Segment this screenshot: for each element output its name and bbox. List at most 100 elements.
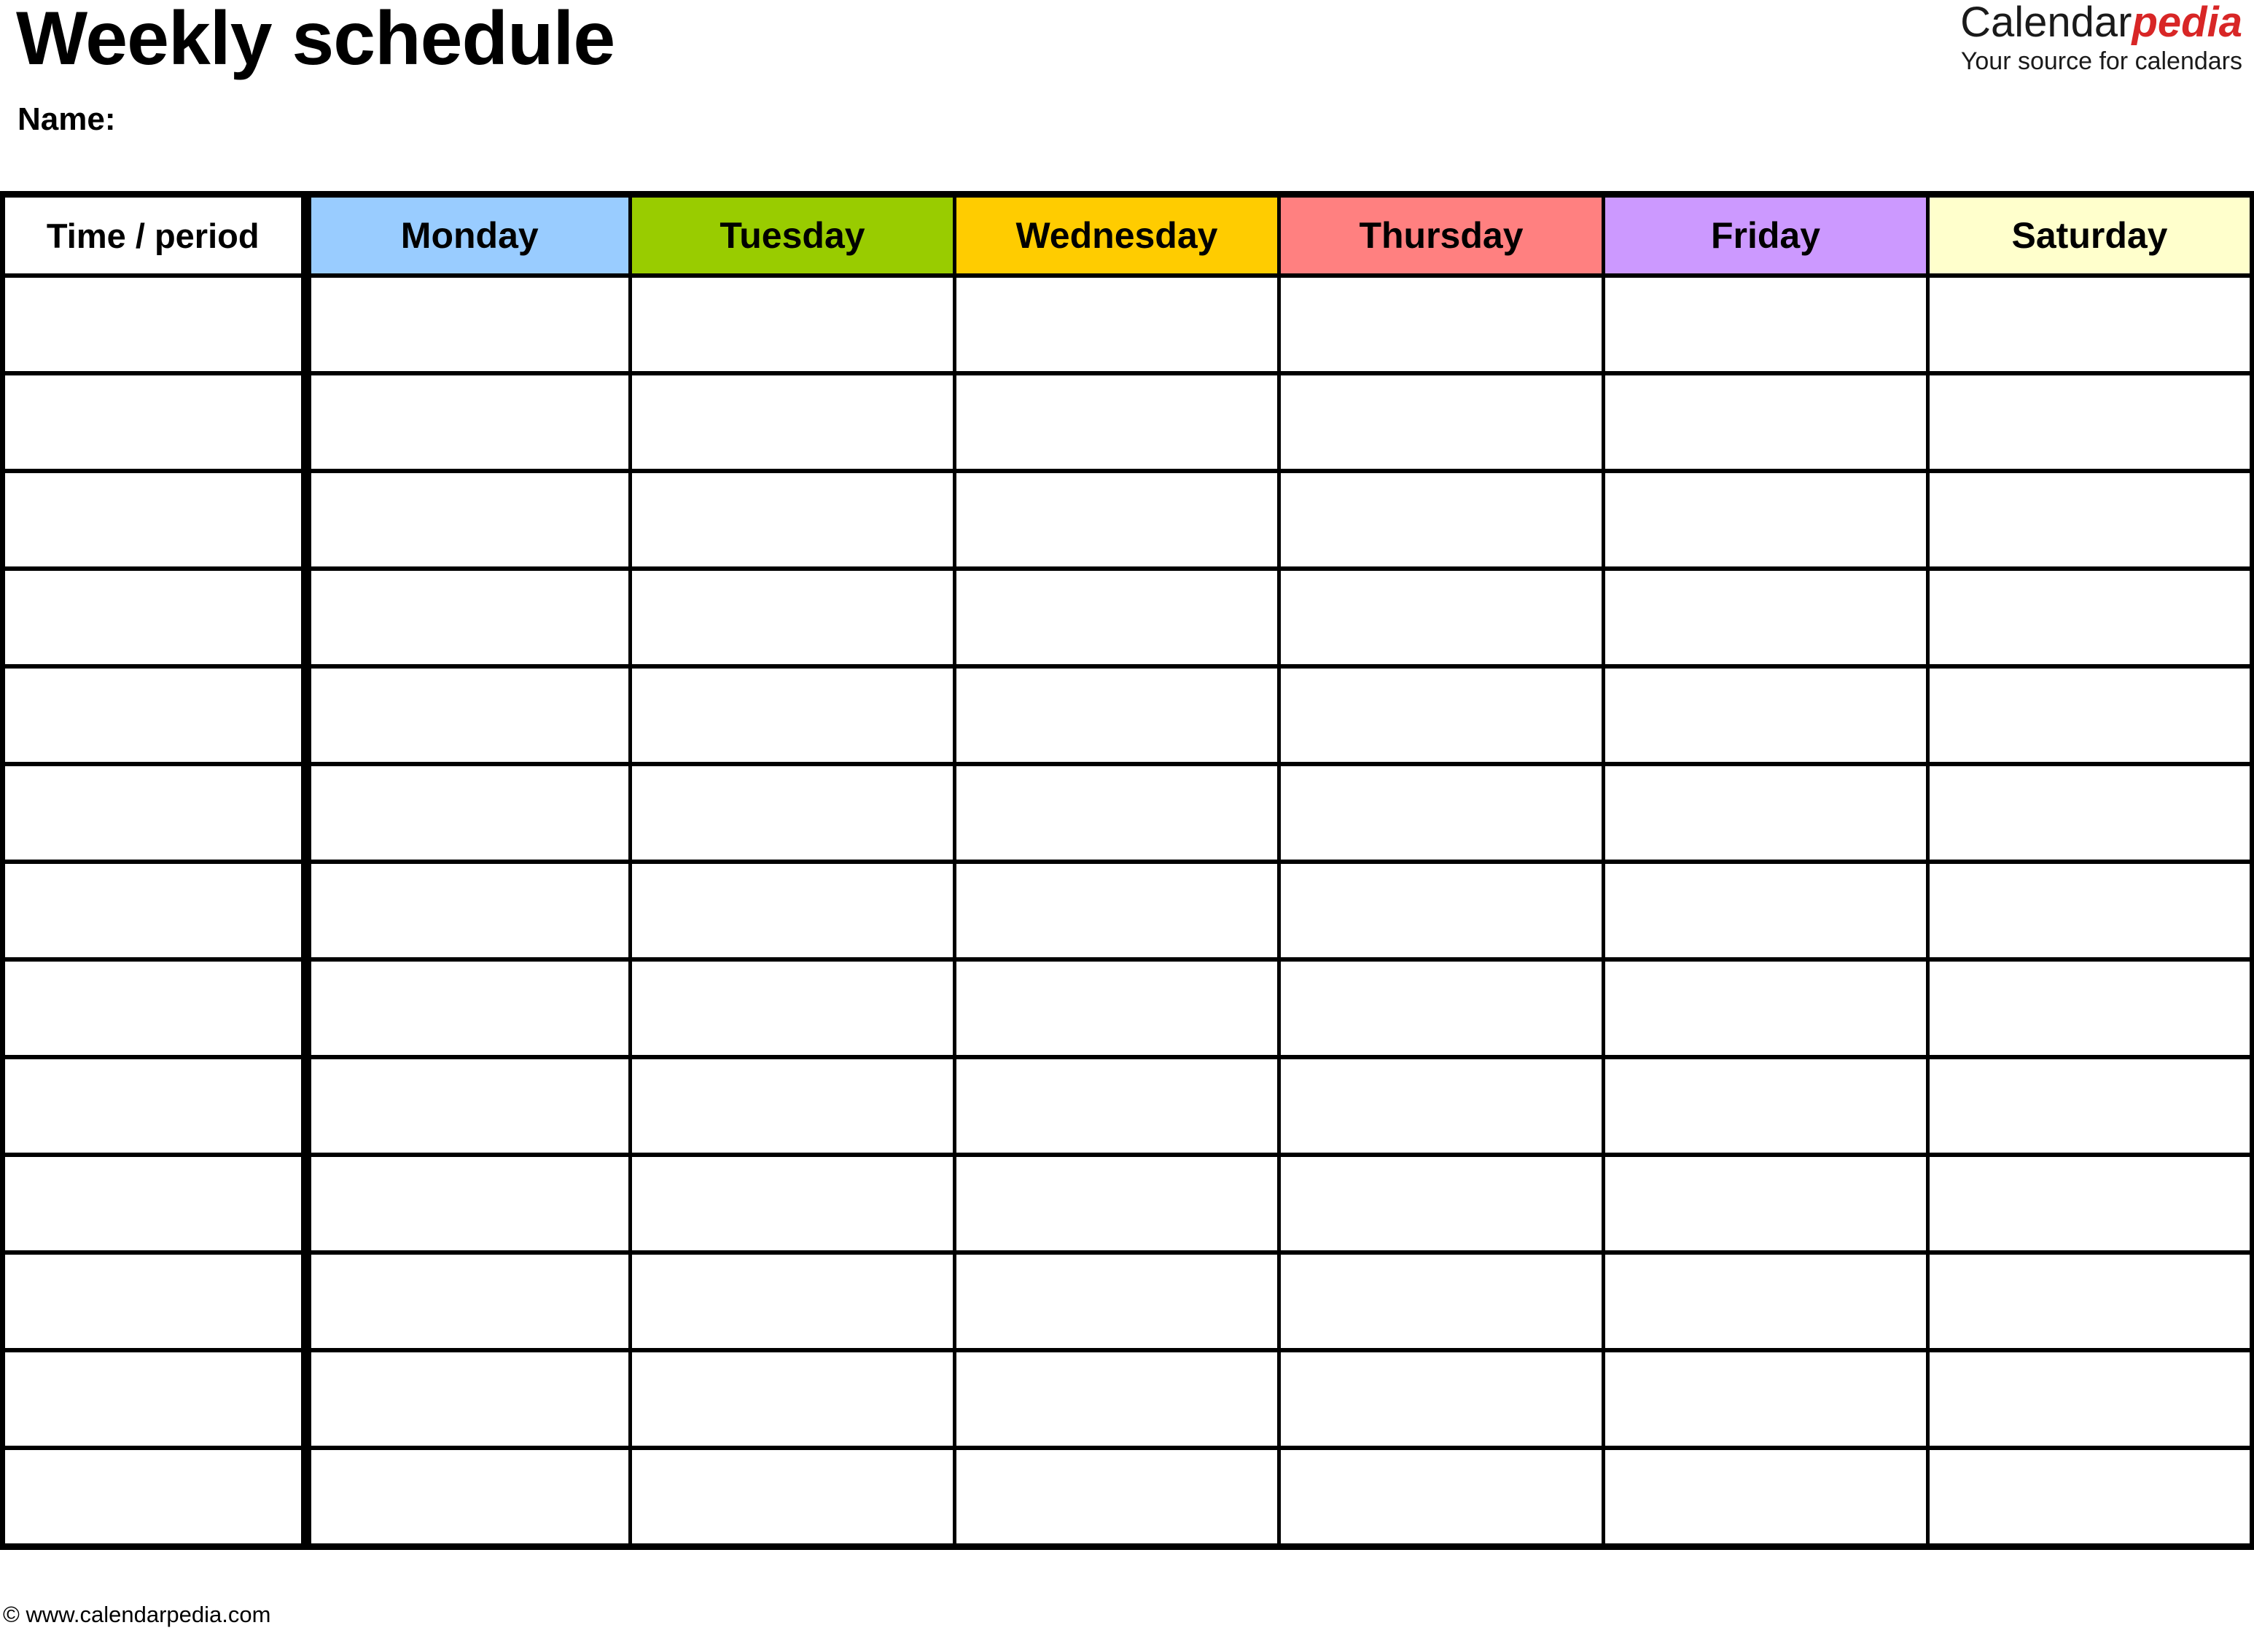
schedule-cell-wednesday[interactable]	[953, 1055, 1281, 1157]
schedule-cell-thursday[interactable]	[1277, 371, 1605, 473]
schedule-cell-tuesday[interactable]	[628, 273, 956, 375]
schedule-cell-saturday[interactable]	[1926, 957, 2254, 1059]
schedule-cell-saturday[interactable]	[1926, 762, 2254, 864]
schedule-cell-monday[interactable]	[304, 469, 632, 571]
brand-wordmark-primary: Calendar	[1960, 0, 2132, 46]
schedule-cell-monday[interactable]	[304, 1153, 632, 1255]
schedule-cell-thursday[interactable]	[1277, 664, 1605, 766]
time-period-cell[interactable]	[0, 1348, 311, 1450]
schedule-cell-tuesday[interactable]	[628, 1250, 956, 1352]
schedule-cell-friday[interactable]	[1602, 1250, 1930, 1352]
schedule-cell-wednesday[interactable]	[953, 664, 1281, 766]
schedule-cell-tuesday[interactable]	[628, 469, 956, 571]
schedule-cell-saturday[interactable]	[1926, 566, 2254, 669]
schedule-cell-saturday[interactable]	[1926, 1348, 2254, 1450]
schedule-cell-tuesday[interactable]	[628, 1153, 956, 1255]
schedule-cell-thursday[interactable]	[1277, 1348, 1605, 1450]
schedule-cell-monday[interactable]	[304, 860, 632, 962]
schedule-cell-tuesday[interactable]	[628, 1055, 956, 1157]
schedule-cell-tuesday[interactable]	[628, 371, 956, 473]
schedule-cell-thursday[interactable]	[1277, 273, 1605, 375]
schedule-cell-tuesday[interactable]	[628, 860, 956, 962]
schedule-cell-monday[interactable]	[304, 273, 632, 375]
schedule-cell-friday[interactable]	[1602, 664, 1930, 766]
schedule-cell-thursday[interactable]	[1277, 1055, 1605, 1157]
schedule-cell-saturday[interactable]	[1926, 860, 2254, 962]
schedule-cell-friday[interactable]	[1602, 1348, 1930, 1450]
time-period-cell[interactable]	[0, 469, 311, 571]
schedule-cell-thursday[interactable]	[1277, 469, 1605, 571]
table-row	[0, 1055, 2254, 1157]
schedule-cell-tuesday[interactable]	[628, 664, 956, 766]
schedule-cell-saturday[interactable]	[1926, 371, 2254, 473]
schedule-cell-thursday[interactable]	[1277, 1446, 1605, 1550]
schedule-cell-saturday[interactable]	[1926, 1250, 2254, 1352]
schedule-cell-monday[interactable]	[304, 762, 632, 864]
schedule-table-container: Time / period Monday Tuesday Wednesday Thur…	[0, 191, 2254, 1550]
schedule-cell-monday[interactable]	[304, 371, 632, 473]
time-period-cell[interactable]	[0, 273, 311, 375]
time-period-cell[interactable]	[0, 860, 311, 962]
time-period-cell[interactable]	[0, 566, 311, 669]
schedule-cell-wednesday[interactable]	[953, 762, 1281, 864]
schedule-cell-tuesday[interactable]	[628, 1446, 956, 1550]
schedule-cell-wednesday[interactable]	[953, 1250, 1281, 1352]
schedule-cell-friday[interactable]	[1602, 957, 1930, 1059]
schedule-cell-friday[interactable]	[1602, 860, 1930, 962]
schedule-cell-thursday[interactable]	[1277, 1250, 1605, 1352]
time-period-cell[interactable]	[0, 1250, 311, 1352]
schedule-cell-saturday[interactable]	[1926, 1153, 2254, 1255]
brand-wordmark: Calendarpedia	[1960, 0, 2242, 46]
schedule-cell-wednesday[interactable]	[953, 1153, 1281, 1255]
schedule-cell-wednesday[interactable]	[953, 469, 1281, 571]
schedule-cell-wednesday[interactable]	[953, 957, 1281, 1059]
schedule-cell-thursday[interactable]	[1277, 762, 1605, 864]
schedule-cell-tuesday[interactable]	[628, 957, 956, 1059]
schedule-cell-monday[interactable]	[304, 1446, 632, 1550]
schedule-table-body	[0, 273, 2254, 1550]
schedule-cell-tuesday[interactable]	[628, 762, 956, 864]
schedule-cell-wednesday[interactable]	[953, 860, 1281, 962]
schedule-cell-monday[interactable]	[304, 957, 632, 1059]
schedule-cell-saturday[interactable]	[1926, 273, 2254, 375]
schedule-cell-friday[interactable]	[1602, 1446, 1930, 1550]
schedule-cell-friday[interactable]	[1602, 273, 1930, 375]
schedule-cell-saturday[interactable]	[1926, 469, 2254, 571]
schedule-cell-monday[interactable]	[304, 1055, 632, 1157]
schedule-cell-saturday[interactable]	[1926, 1446, 2254, 1550]
time-period-cell[interactable]	[0, 957, 311, 1059]
schedule-cell-wednesday[interactable]	[953, 1348, 1281, 1450]
schedule-cell-wednesday[interactable]	[953, 566, 1281, 669]
schedule-cell-monday[interactable]	[304, 1250, 632, 1352]
schedule-cell-saturday[interactable]	[1926, 664, 2254, 766]
table-row	[0, 371, 2254, 473]
schedule-cell-tuesday[interactable]	[628, 1348, 956, 1450]
time-period-cell[interactable]	[0, 762, 311, 864]
schedule-table-head: Time / period Monday Tuesday Wednesday Thur…	[0, 191, 2254, 278]
schedule-cell-friday[interactable]	[1602, 371, 1930, 473]
schedule-cell-monday[interactable]	[304, 664, 632, 766]
schedule-cell-friday[interactable]	[1602, 469, 1930, 571]
time-period-cell[interactable]	[0, 1055, 311, 1157]
table-row	[0, 1446, 2254, 1550]
schedule-cell-tuesday[interactable]	[628, 566, 956, 669]
schedule-cell-thursday[interactable]	[1277, 957, 1605, 1059]
time-period-cell[interactable]	[0, 1153, 311, 1255]
time-period-cell[interactable]	[0, 371, 311, 473]
schedule-cell-saturday[interactable]	[1926, 1055, 2254, 1157]
schedule-cell-thursday[interactable]	[1277, 860, 1605, 962]
schedule-cell-thursday[interactable]	[1277, 566, 1605, 669]
schedule-cell-thursday[interactable]	[1277, 1153, 1605, 1255]
schedule-cell-wednesday[interactable]	[953, 273, 1281, 375]
time-period-cell[interactable]	[0, 1446, 311, 1550]
schedule-cell-wednesday[interactable]	[953, 371, 1281, 473]
schedule-cell-monday[interactable]	[304, 1348, 632, 1450]
time-period-cell[interactable]	[0, 664, 311, 766]
schedule-cell-friday[interactable]	[1602, 1055, 1930, 1157]
schedule-cell-friday[interactable]	[1602, 1153, 1930, 1255]
calendarpedia-logo: Calendarpedia Your source for calendars	[1960, 0, 2242, 76]
schedule-cell-friday[interactable]	[1602, 566, 1930, 669]
schedule-cell-monday[interactable]	[304, 566, 632, 669]
schedule-cell-friday[interactable]	[1602, 762, 1930, 864]
schedule-cell-wednesday[interactable]	[953, 1446, 1281, 1550]
